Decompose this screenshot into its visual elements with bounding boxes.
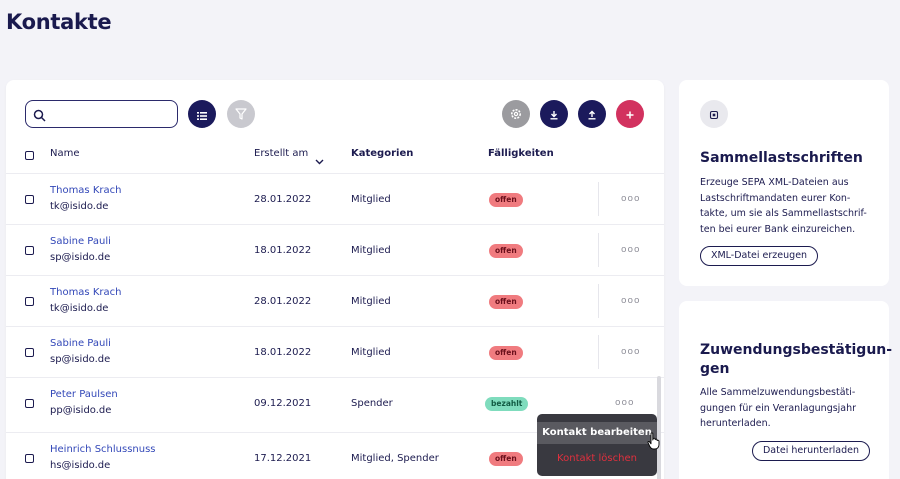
status-badge: bezahlt: [485, 397, 529, 411]
contact-email: sp@isido.de: [50, 252, 111, 263]
divider: [598, 182, 599, 216]
filter-icon: [235, 105, 247, 124]
text-line: takte, um sie als Sammellastschrif-: [700, 208, 867, 219]
contact-name[interactable]: Sabine Pauli: [50, 338, 111, 349]
created-date: 17.12.2021: [254, 453, 312, 464]
contact-email: pp@isido.de: [50, 405, 112, 416]
category: Mitglied: [351, 194, 391, 205]
search-box[interactable]: [25, 100, 178, 128]
contacts-table-card: Name Erstellt am Kategorien Fälligkeiten…: [6, 80, 664, 479]
download-button[interactable]: [540, 100, 568, 128]
page-title: Kontakte: [6, 10, 112, 34]
search-input[interactable]: [52, 105, 172, 123]
row-checkbox[interactable]: [25, 454, 34, 463]
donation-card-text: Alle Sammelzuwendungsbestäti- gungen für…: [700, 385, 856, 432]
status-badge: offen: [489, 346, 523, 360]
hand-cursor-icon: [647, 432, 661, 454]
table-row[interactable]: Sabine Pauli sp@isido.de 18.01.2022 Mitg…: [6, 224, 664, 275]
status-badge: offen: [489, 452, 523, 466]
table-row[interactable]: Thomas Krach tk@isido.de 28.01.2022 Mitg…: [6, 275, 664, 326]
text-line: Erzeuge SEPA XML-Dateien aus: [700, 177, 849, 188]
edit-contact-menu-item[interactable]: Kontakt bearbeiten: [537, 422, 657, 444]
settings-icon: [510, 105, 522, 124]
created-date: 28.01.2022: [254, 194, 312, 205]
category: Mitglied: [351, 245, 391, 256]
column-header-created[interactable]: Erstellt am: [254, 148, 308, 159]
sepa-card: Sammellastschriften Erzeuge SEPA XML-Dat…: [679, 80, 889, 286]
download-icon: [549, 105, 559, 124]
created-date: 18.01.2022: [254, 347, 312, 358]
row-menu-button[interactable]: ooo: [621, 347, 641, 357]
upload-button[interactable]: [578, 100, 606, 128]
category: Mitglied, Spender: [351, 453, 439, 464]
donation-receipts-card: Zuwendungsbestätigun- gen Alle Sammelzuw…: [679, 301, 892, 479]
settings-button[interactable]: [502, 100, 530, 128]
row-menu-button[interactable]: ooo: [621, 194, 641, 204]
divider: [598, 233, 599, 267]
row-menu-button[interactable]: ooo: [621, 296, 641, 306]
contact-name[interactable]: Thomas Krach: [50, 287, 121, 298]
created-date: 09.12.2021: [254, 398, 312, 409]
column-header-due[interactable]: Fälligkeiten: [488, 148, 554, 159]
row-checkbox[interactable]: [25, 297, 34, 306]
created-date: 28.01.2022: [254, 296, 312, 307]
divider: [598, 284, 599, 318]
category: Spender: [351, 398, 393, 409]
document-icon: [709, 105, 719, 124]
sepa-icon-circle: [700, 100, 728, 128]
contact-name[interactable]: Heinrich Schlussnuss: [50, 444, 156, 455]
xml-export-button[interactable]: XML-Datei erzeugen: [700, 246, 818, 266]
text-line: Lastschriftmandaten eurer Kon-: [700, 192, 851, 204]
column-header-name[interactable]: Name: [50, 148, 80, 159]
row-checkbox[interactable]: [25, 399, 34, 408]
contact-name[interactable]: Thomas Krach: [50, 185, 121, 196]
category: Mitglied: [351, 296, 391, 307]
contact-email: tk@isido.de: [50, 201, 109, 212]
delete-contact-menu-item[interactable]: Kontakt löschen: [537, 448, 657, 470]
row-menu-button[interactable]: ooo: [615, 398, 635, 408]
donation-card-title: Zuwendungsbestätigun- gen: [700, 341, 892, 379]
scrollbar[interactable]: [657, 376, 661, 479]
download-file-button[interactable]: Datei herunterladen: [752, 441, 870, 461]
upload-icon: [587, 105, 597, 124]
sepa-card-title: Sammellastschriften: [700, 150, 863, 166]
search-icon: [33, 107, 46, 126]
status-badge: offen: [489, 295, 523, 309]
row-context-menu: Kontakt bearbeiten Kontakt löschen: [537, 414, 657, 476]
text-line: gungen für ein Veranlagungsjahr: [700, 402, 857, 414]
table-row[interactable]: Thomas Krach tk@isido.de 28.01.2022 Mitg…: [6, 173, 664, 224]
contact-email: tk@isido.de: [50, 303, 109, 314]
row-checkbox[interactable]: [25, 348, 34, 357]
chevron-down-icon[interactable]: [315, 150, 324, 169]
status-badge: offen: [489, 193, 523, 207]
column-header-categories[interactable]: Kategorien: [351, 148, 413, 159]
title-line: Zuwendungsbestätigun-: [700, 342, 893, 358]
divider: [598, 335, 599, 369]
contact-name[interactable]: Peter Paulsen: [50, 389, 118, 400]
title-line: gen: [700, 361, 730, 377]
status-badge: offen: [489, 244, 523, 258]
text-line: ten bei eurer Bank einzureichen.: [700, 223, 856, 235]
contact-email: sp@isido.de: [50, 354, 111, 365]
row-checkbox[interactable]: [25, 246, 34, 255]
table-row[interactable]: Sabine Pauli sp@isido.de 18.01.2022 Mitg…: [6, 326, 664, 377]
row-menu-button[interactable]: ooo: [621, 245, 641, 255]
category: Mitglied: [351, 347, 391, 358]
sepa-card-text: Erzeuge SEPA XML-Dateien aus Lastschrift…: [700, 175, 867, 237]
list-view-button[interactable]: [188, 100, 216, 128]
plus-icon: [625, 105, 635, 124]
text-line: Alle Sammelzuwendungsbestäti-: [700, 387, 856, 398]
contact-email: hs@isido.de: [50, 460, 111, 471]
add-contact-button[interactable]: [616, 100, 644, 128]
created-date: 18.01.2022: [254, 245, 312, 256]
row-checkbox[interactable]: [25, 195, 34, 204]
text-line: herunterladen.: [700, 418, 771, 429]
select-all-checkbox[interactable]: [25, 151, 34, 160]
contact-name[interactable]: Sabine Pauli: [50, 236, 111, 247]
list-icon: [197, 105, 207, 124]
filter-button[interactable]: [227, 100, 255, 128]
